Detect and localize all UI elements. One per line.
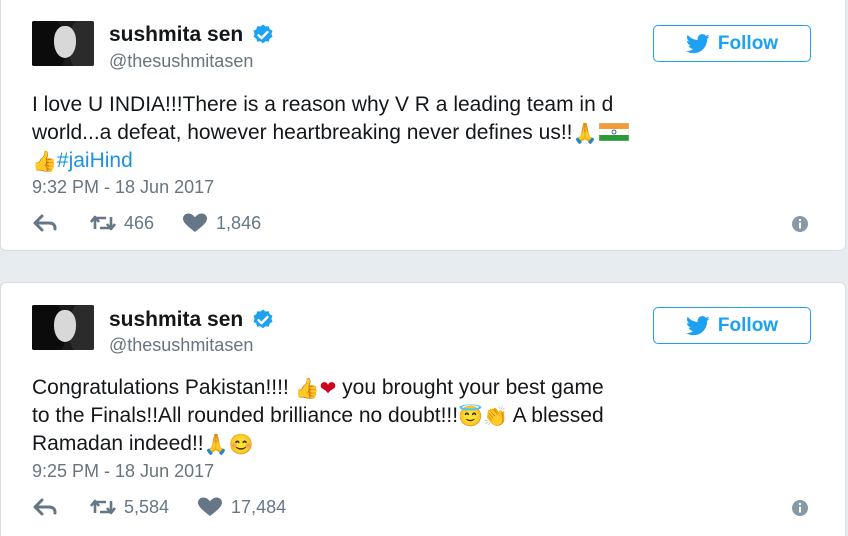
avatar[interactable]: [32, 305, 94, 350]
heart-emoji: ❤: [319, 378, 337, 400]
verified-badge-icon: [253, 24, 273, 44]
thumbs-up-emoji: 👍: [294, 378, 320, 400]
blushing-smile-emoji: 😊: [228, 434, 254, 456]
twitter-bird-icon: [685, 315, 710, 335]
follow-button[interactable]: Follow: [653, 307, 811, 344]
tweet-text-line: Ramadan indeed!!: [32, 432, 204, 455]
like-count: 1,846: [216, 212, 262, 233]
author-handle[interactable]: @thesushmitasen: [109, 51, 253, 72]
tweet-actions: 466 1,846: [32, 211, 289, 235]
tweet-text: Congratulations Pakistan!!!! 👍❤ you brou…: [32, 374, 822, 458]
reply-icon: [33, 214, 57, 232]
halo-smile-emoji: 😇: [458, 406, 483, 428]
retweet-count: 5,584: [124, 496, 170, 517]
author-row: sushmita sen: [109, 307, 275, 333]
tweet-card: sushmita sen @thesushmitasen Follow Cong…: [0, 282, 846, 536]
retweet-icon: [90, 499, 116, 515]
tweet-text-line: world...a defeat, however heartbreaking …: [32, 121, 573, 144]
retweet-icon: [90, 215, 116, 231]
follow-button-label: Follow: [717, 314, 779, 336]
folded-hands-emoji: 🙏: [572, 123, 598, 145]
author-row: sushmita sen: [109, 22, 275, 48]
tweet-text-line: Congratulations Pakistan!!!!: [32, 376, 295, 399]
tweet-text-line: A blessed: [507, 404, 604, 427]
info-icon[interactable]: [790, 498, 810, 518]
reply-icon: [33, 498, 57, 516]
tweet-text-line: you brought your best game: [336, 376, 604, 399]
info-icon[interactable]: [790, 214, 810, 234]
hashtag-link[interactable]: #jaiHind: [57, 149, 133, 172]
thumbs-up-emoji: 👍: [32, 151, 57, 173]
folded-hands-emoji: 🙏: [203, 434, 229, 456]
follow-button-label: Follow: [717, 32, 779, 54]
reply-button[interactable]: [32, 497, 58, 517]
tweet-card: sushmita sen @thesushmitasen Follow I lo…: [0, 0, 846, 251]
tweet-timestamp[interactable]: 9:25 PM - 18 Jun 2017: [32, 461, 214, 482]
author-handle[interactable]: @thesushmitasen: [109, 335, 253, 356]
tweet-text-line: to the Finals!!All rounded brilliance no…: [32, 404, 459, 427]
tweet-timestamp[interactable]: 9:32 PM - 18 Jun 2017: [32, 177, 214, 198]
like-button[interactable]: 1,846: [182, 213, 261, 234]
heart-icon: [198, 497, 223, 516]
follow-button[interactable]: Follow: [653, 25, 811, 62]
tweet-text-line: I love U INDIA!!!There is a reason why V…: [32, 93, 614, 116]
avatar[interactable]: [32, 21, 94, 66]
like-count: 17,484: [231, 496, 287, 517]
verified-badge-icon: [253, 309, 273, 329]
retweet-button[interactable]: 466: [90, 213, 154, 234]
india-flag-icon: [599, 123, 630, 141]
clapping-hands-emoji: 👏: [483, 406, 508, 428]
twitter-bird-icon: [685, 33, 710, 53]
like-button[interactable]: 17,484: [197, 497, 286, 518]
retweet-button[interactable]: 5,584: [90, 497, 169, 518]
reply-button[interactable]: [32, 213, 58, 233]
tweet-actions: 5,584 17,484: [32, 495, 314, 519]
author-name[interactable]: sushmita sen: [109, 308, 243, 332]
tweet-text: I love U INDIA!!!There is a reason why V…: [32, 91, 822, 175]
author-name[interactable]: sushmita sen: [109, 23, 243, 47]
heart-icon: [183, 213, 208, 232]
retweet-count: 466: [124, 212, 155, 233]
